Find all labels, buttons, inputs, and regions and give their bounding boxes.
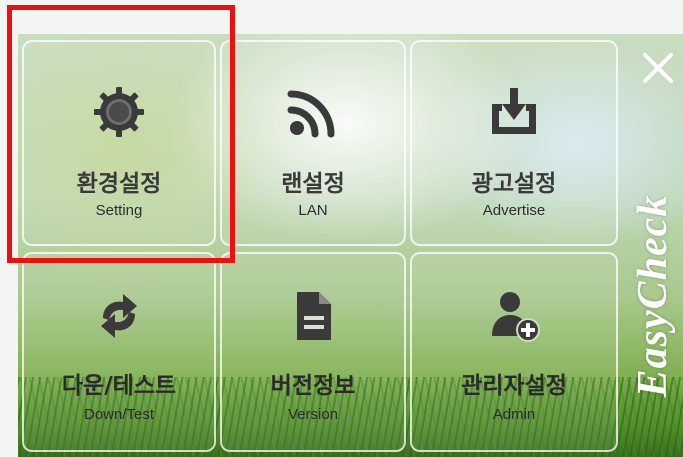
version-label-en: Version: [287, 406, 339, 423]
admin-tile[interactable]: 관리자설정 Admin: [410, 252, 618, 452]
brand-logo-text: EasyCheck: [630, 194, 676, 397]
lan-label-en: LAN: [298, 202, 328, 219]
close-icon: [643, 53, 673, 83]
add-user-icon: [492, 292, 540, 342]
download-test-tile[interactable]: 다운/테스트 Down/Test: [22, 252, 216, 452]
advertise-label-ko: 광고설정: [471, 171, 557, 197]
brand-logo: EasyCheck: [625, 148, 681, 443]
version-tile[interactable]: 버전정보 Version: [220, 252, 406, 452]
document-icon: [297, 292, 331, 340]
rss-feed-icon: [287, 90, 335, 138]
download-test-label-ko: 다운/테스트: [61, 373, 177, 399]
lan-label-ko: 랜설정: [281, 171, 345, 197]
version-label-ko: 버전정보: [270, 373, 356, 399]
close-button[interactable]: [640, 50, 676, 86]
advertise-tile[interactable]: 광고설정 Advertise: [410, 40, 618, 246]
advertise-label-en: Advertise: [482, 202, 546, 219]
lan-tile[interactable]: 랜설정 LAN: [220, 40, 406, 246]
admin-label-en: Admin: [492, 406, 536, 423]
download-tray-icon: [492, 88, 536, 134]
refresh-arrows-icon: [101, 294, 137, 338]
highlight-box: [7, 5, 235, 263]
admin-label-ko: 관리자설정: [461, 373, 567, 399]
download-test-label-en: Down/Test: [83, 406, 155, 423]
